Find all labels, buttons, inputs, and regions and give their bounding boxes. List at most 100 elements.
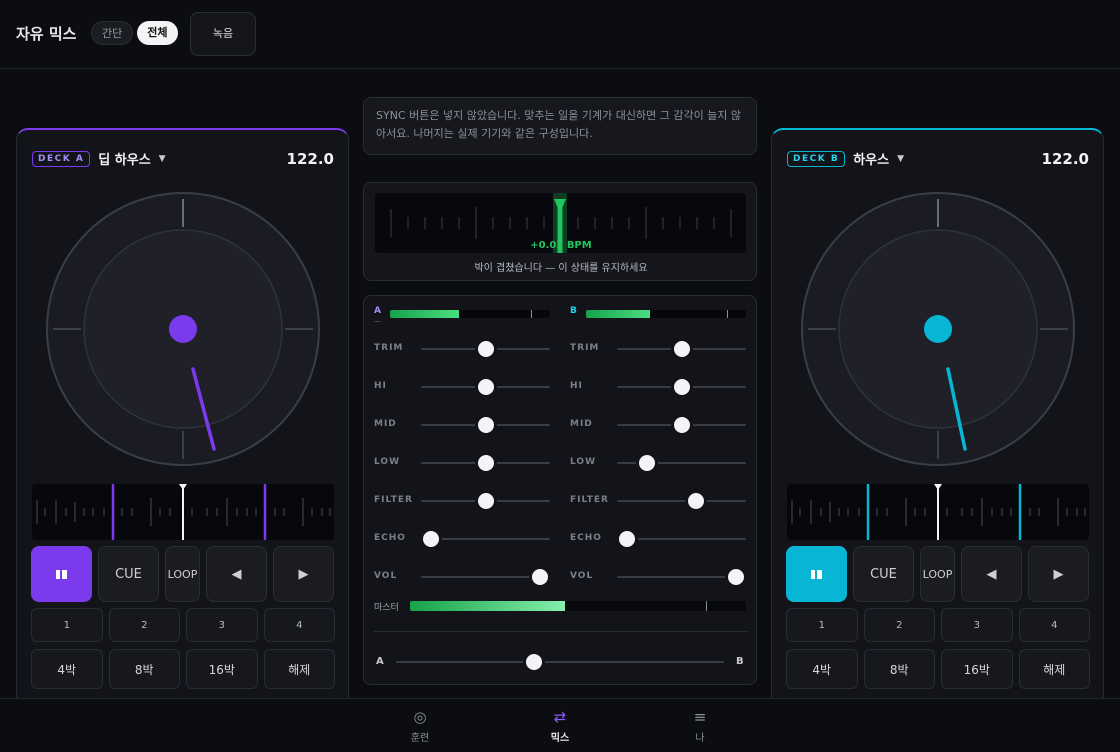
deck-b-tag: DECK B (787, 150, 846, 167)
record-button[interactable]: 녹음 (190, 12, 256, 56)
deck-a-bpm: 122.0 (286, 150, 334, 168)
loop-release-button[interactable]: 해제 (1018, 649, 1090, 689)
deck-b-loop-button[interactable]: LOOP (920, 546, 955, 602)
channel-b-vol-handle[interactable] (727, 569, 744, 585)
channel-b-low-label: LOW (570, 457, 596, 467)
channel-b-echo-control: ECHO (570, 529, 750, 549)
nav-item-me[interactable]: ≡ 나 (670, 707, 730, 744)
deck-a-next-button[interactable]: ▶ (273, 546, 334, 602)
channel-a-trim-control: TRIM (374, 339, 554, 359)
hotcue-4-button[interactable]: 4 (263, 608, 335, 642)
channel-a-dash: — (374, 317, 381, 325)
channel-a-vol-handle[interactable] (531, 569, 548, 585)
deck-a-track-name[interactable]: 딥 하우스 (98, 149, 150, 168)
channel-a-echo-label: ECHO (374, 533, 406, 543)
deck-b-hotcues: 1 2 3 4 (786, 608, 1090, 642)
divider (374, 631, 747, 632)
deck-b-track-name[interactable]: 하우스 (853, 149, 889, 168)
mode-simple-button[interactable]: 간단 (91, 21, 134, 45)
channel-b-mid-handle[interactable] (673, 417, 690, 433)
loop-8-button[interactable]: 8박 (108, 649, 180, 689)
deck-a: DECK A 딥 하우스 ▼ 122.0 CUE LOOP ◀ ▶ 1 2 3 (16, 128, 349, 728)
loop-16-button[interactable]: 16박 (186, 649, 258, 689)
channel-a-mid-control: MID (374, 415, 554, 435)
channel-a-vol-label: VOL (374, 571, 398, 581)
nav-item-training[interactable]: ◎ 훈련 (390, 707, 450, 744)
deck-a-loop-lengths: 4박 8박 16박 해제 (31, 649, 335, 689)
hotcue-3-button[interactable]: 3 (941, 608, 1013, 642)
channel-a-strip: A — TRIM HI MID LOW FILTER ECHO VOL (374, 296, 554, 596)
channel-a-echo-slider[interactable] (421, 538, 550, 540)
beat-status-message: 박이 겹쳤습니다 — 이 상태를 유지하세요 (474, 263, 648, 274)
channel-b-hi-control: HI (570, 377, 750, 397)
loop-16-button[interactable]: 16박 (941, 649, 1013, 689)
channel-a-mid-label: MID (374, 419, 397, 429)
channel-b-hi-handle[interactable] (673, 379, 690, 395)
channel-a-filter-handle[interactable] (477, 493, 494, 509)
chevron-down-icon[interactable]: ▼ (897, 154, 904, 164)
deck-a-prev-button[interactable]: ◀ (206, 546, 267, 602)
deck-a-tag: DECK A (32, 150, 91, 167)
deck-b: DECK B 하우스 ▼ 122.0 CUE LOOP ◀ ▶ 1 2 3 4 (771, 128, 1104, 728)
deck-b-waveform[interactable] (787, 484, 1089, 540)
channel-b-filter-label: FILTER (570, 495, 609, 505)
channel-a-trim-handle[interactable] (477, 341, 494, 357)
loop-release-button[interactable]: 해제 (263, 649, 335, 689)
loop-4-button[interactable]: 4박 (31, 649, 103, 689)
channel-b-trim-handle[interactable] (673, 341, 690, 357)
nav-item-mix[interactable]: ⇄ 믹스 (530, 707, 590, 744)
channel-b-low-control: LOW (570, 453, 750, 473)
channel-b-filter-handle[interactable] (687, 493, 704, 509)
chevron-down-icon[interactable]: ▼ (159, 154, 166, 164)
master-level-meter (410, 601, 746, 611)
channel-b-low-slider[interactable] (617, 462, 746, 464)
channel-b-filter-slider[interactable] (617, 500, 746, 502)
deck-a-play-button[interactable] (31, 546, 92, 602)
channel-a-echo-handle[interactable] (423, 531, 440, 547)
channel-a-level-meter (390, 310, 550, 318)
deck-b-prev-button[interactable]: ◀ (961, 546, 1022, 602)
deck-b-jog-wheel[interactable] (800, 191, 1076, 467)
crossfader-handle[interactable] (525, 654, 542, 670)
channel-b-echo-slider[interactable] (617, 538, 746, 540)
hotcue-1-button[interactable]: 1 (31, 608, 103, 642)
loop-8-button[interactable]: 8박 (863, 649, 935, 689)
crossfader-a-label: A (376, 656, 384, 667)
channel-a-echo-control: ECHO (374, 529, 554, 549)
deck-b-loop-lengths: 4박 8박 16박 해제 (786, 649, 1090, 689)
channel-a-low-handle[interactable] (477, 455, 494, 471)
hotcue-3-button[interactable]: 3 (186, 608, 258, 642)
channel-b-trim-control: TRIM (570, 339, 750, 359)
channel-b-echo-handle[interactable] (619, 531, 636, 547)
crossfader-track[interactable] (396, 661, 724, 663)
hotcue-4-button[interactable]: 4 (1018, 608, 1090, 642)
nav-item-label: 훈련 (410, 733, 430, 744)
target-icon: ◎ (413, 708, 427, 726)
deck-b-next-button[interactable]: ▶ (1028, 546, 1089, 602)
mode-full-button[interactable]: 전체 (137, 21, 178, 45)
hotcue-2-button[interactable]: 2 (863, 608, 935, 642)
sync-note: SYNC 버튼은 넣지 않았습니다. 맞추는 일을 기계가 대신하면 그 감각이… (363, 97, 757, 155)
channel-a-hi-handle[interactable] (477, 379, 494, 395)
deck-b-play-button[interactable] (786, 546, 847, 602)
deck-a-hotcues: 1 2 3 4 (31, 608, 335, 642)
deck-a-jog-wheel[interactable] (45, 191, 321, 467)
channel-a-trim-label: TRIM (374, 343, 404, 353)
loop-4-button[interactable]: 4박 (786, 649, 858, 689)
deck-a-waveform[interactable] (32, 484, 334, 540)
channel-b-vol-slider[interactable] (617, 576, 746, 578)
channel-b-label: B (570, 306, 577, 316)
deck-b-cue-button[interactable]: CUE (853, 546, 914, 602)
hotcue-1-button[interactable]: 1 (786, 608, 858, 642)
channel-a-vol-slider[interactable] (421, 576, 550, 578)
channel-a-label: A (374, 306, 381, 316)
channel-a-mid-handle[interactable] (477, 417, 494, 433)
channel-b-low-handle[interactable] (638, 455, 655, 471)
hotcue-2-button[interactable]: 2 (108, 608, 180, 642)
beat-match-panel: +0.02 BPM 박이 겹쳤습니다 — 이 상태를 유지하세요 (363, 182, 757, 281)
channel-b-level-meter (586, 310, 746, 318)
top-bar: 자유 믹스 간단 전체 녹음 (0, 0, 1120, 69)
deck-a-loop-button[interactable]: LOOP (165, 546, 200, 602)
channel-b-hi-label: HI (570, 381, 583, 391)
deck-a-cue-button[interactable]: CUE (98, 546, 159, 602)
